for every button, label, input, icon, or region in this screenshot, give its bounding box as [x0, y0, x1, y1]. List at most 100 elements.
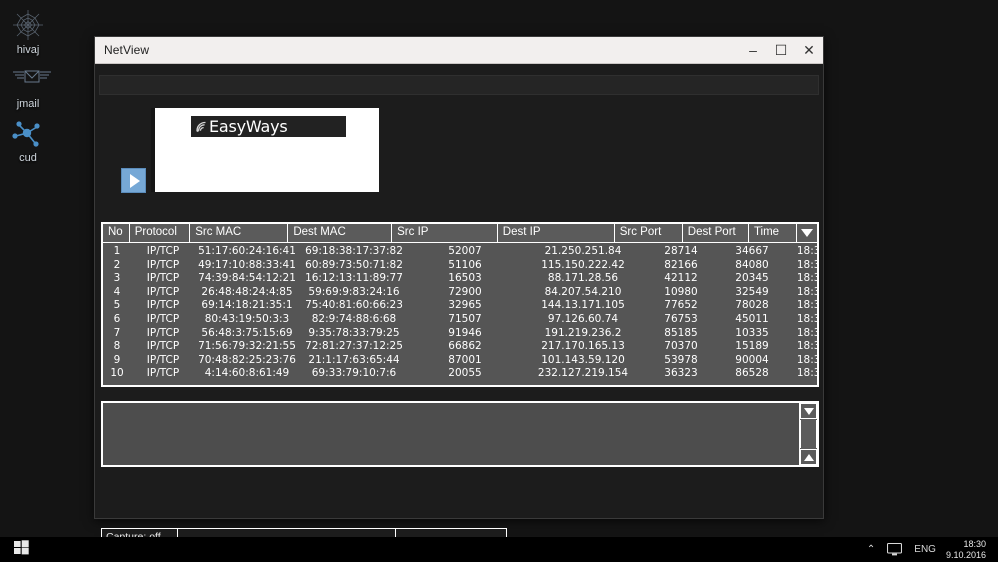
cell-dest-ip: 217.170.165.13 [521, 340, 645, 354]
cell-src-port: 77652 [645, 299, 717, 313]
cell-dest-mac: 59:69:9:83:24:16 [299, 286, 409, 300]
cell-src-port: 82166 [645, 259, 717, 273]
sort-dropdown-button[interactable] [796, 224, 817, 242]
clock-time: 18:30 [946, 539, 986, 550]
cell-no: 4 [103, 286, 131, 300]
column-header-src-port[interactable]: Src Port [615, 224, 683, 242]
table-row[interactable]: 2IP/TCP49:17:10:88:33:4160:89:73:50:71:8… [103, 259, 817, 273]
cell-dest-mac: 9:35:78:33:79:25 [299, 327, 409, 341]
cell-time: 18:30 [787, 367, 817, 381]
column-header-dest-port[interactable]: Dest Port [683, 224, 749, 242]
cell-dest-port: 86528 [717, 367, 787, 381]
cell-src-ip: 71507 [409, 313, 521, 327]
maximize-button[interactable]: ☐ [767, 37, 795, 63]
desktop-icon-cud[interactable]: cud [0, 116, 56, 164]
column-header-dest-mac[interactable]: Dest MAC [288, 224, 392, 242]
cell-src-mac: 49:17:10:88:33:41 [195, 259, 299, 273]
clock[interactable]: 18:30 9.10.2016 [942, 539, 994, 561]
cell-src-port: 10980 [645, 286, 717, 300]
toolbar-strip[interactable] [99, 75, 819, 95]
chevron-down-icon [804, 408, 814, 415]
cell-protocol: IP/TCP [131, 313, 195, 327]
cell-dest-port: 84080 [717, 259, 787, 273]
column-header-protocol[interactable]: Protocol [130, 224, 191, 242]
desktop-icon-label: hivaj [0, 44, 56, 56]
cell-src-port: 53978 [645, 354, 717, 368]
table-row[interactable]: 9IP/TCP70:48:82:25:23:7621:1:17:63:65:44… [103, 354, 817, 368]
cell-src-mac: 71:56:79:32:21:55 [195, 340, 299, 354]
detail-panel-scrollbar[interactable] [799, 403, 817, 465]
table-row[interactable]: 1IP/TCP51:17:60:24:16:4169:18:38:17:37:8… [103, 245, 817, 259]
packet-table-header[interactable]: No Protocol Src MAC Dest MAC Src IP Dest… [103, 224, 817, 243]
minimize-button[interactable]: – [739, 37, 767, 63]
show-hidden-icons-button[interactable]: ⌃ [861, 537, 881, 562]
cell-no: 6 [103, 313, 131, 327]
cell-dest-port: 10335 [717, 327, 787, 341]
cell-time: 18:30 [787, 245, 817, 259]
cell-dest-port: 20345 [717, 272, 787, 286]
cell-dest-mac: 82:9:74:88:6:68 [299, 313, 409, 327]
clock-date: 9.10.2016 [946, 550, 986, 561]
cell-dest-ip: 21.250.251.84 [521, 245, 645, 259]
detail-scroll-up-button[interactable] [800, 449, 817, 465]
cell-src-mac: 4:14:60:8:61:49 [195, 367, 299, 381]
cell-time: 18:30 [787, 299, 817, 313]
cell-src-ip: 87001 [409, 354, 521, 368]
packet-list-panel: No Protocol Src MAC Dest MAC Src IP Dest… [101, 222, 819, 387]
cell-protocol: IP/TCP [131, 367, 195, 381]
column-header-time[interactable]: Time [749, 224, 796, 242]
desktop-icon-jmail[interactable]: jmail [0, 62, 56, 110]
table-row[interactable]: 5IP/TCP69:14:18:21:35:175:40:81:60:66:23… [103, 299, 817, 313]
start-button[interactable] [0, 537, 42, 562]
chevron-up-icon [804, 454, 814, 461]
cell-dest-mac: 72:81:27:37:12:25 [299, 340, 409, 354]
cell-src-port: 36323 [645, 367, 717, 381]
close-button[interactable]: ✕ [795, 37, 823, 63]
desktop-icon-hivaj[interactable]: hivaj [0, 8, 56, 56]
cell-src-port: 42112 [645, 272, 717, 286]
cell-src-ip: 66862 [409, 340, 521, 354]
cell-no: 2 [103, 259, 131, 273]
logo-frame: EasyWays [151, 108, 379, 192]
packet-rows: 1IP/TCP51:17:60:24:16:4169:18:38:17:37:8… [103, 243, 817, 385]
cell-dest-ip: 88.171.28.56 [521, 272, 645, 286]
play-icon [130, 174, 140, 188]
cell-time: 18:30 [787, 286, 817, 300]
network-monitor-icon[interactable] [881, 537, 908, 562]
table-row[interactable]: 7IP/TCP56:48:3:75:15:699:35:78:33:79:259… [103, 327, 817, 341]
column-header-no[interactable]: No [103, 224, 130, 242]
start-capture-button[interactable] [121, 168, 146, 193]
cell-src-ip: 72900 [409, 286, 521, 300]
column-header-src-mac[interactable]: Src MAC [190, 224, 288, 242]
language-indicator[interactable]: ENG [908, 537, 942, 562]
table-row[interactable]: 8IP/TCP71:56:79:32:21:5572:81:27:37:12:2… [103, 340, 817, 354]
window-titlebar[interactable]: NetView – ☐ ✕ [95, 37, 823, 64]
cell-no: 10 [103, 367, 131, 381]
detail-scroll-down-button[interactable] [800, 403, 817, 419]
cell-protocol: IP/TCP [131, 354, 195, 368]
cell-dest-ip: 144.13.171.105 [521, 299, 645, 313]
cell-dest-mac: 69:18:38:17:37:82 [299, 245, 409, 259]
cell-src-mac: 56:48:3:75:15:69 [195, 327, 299, 341]
cell-protocol: IP/TCP [131, 299, 195, 313]
cell-no: 1 [103, 245, 131, 259]
column-header-dest-ip[interactable]: Dest IP [498, 224, 615, 242]
cell-dest-mac: 75:40:81:60:66:23 [299, 299, 409, 313]
cell-dest-port: 78028 [717, 299, 787, 313]
table-row[interactable]: 6IP/TCP80:43:19:50:3:382:9:74:88:6:68715… [103, 313, 817, 327]
cell-time: 18:30 [787, 327, 817, 341]
table-row[interactable]: 3IP/TCP74:39:84:54:12:2116:12:13:11:89:7… [103, 272, 817, 286]
cell-time: 18:30 [787, 272, 817, 286]
brand-name: EasyWays [209, 117, 288, 136]
cell-protocol: IP/TCP [131, 259, 195, 273]
cell-src-port: 76753 [645, 313, 717, 327]
logo-plate: EasyWays [191, 116, 346, 137]
table-row[interactable]: 4IP/TCP26:48:48:24:4:8559:69:9:83:24:167… [103, 286, 817, 300]
table-row[interactable]: 10IP/TCP4:14:60:8:61:4969:33:79:10:7:620… [103, 367, 817, 381]
detail-scroll-track[interactable] [800, 420, 817, 448]
cell-dest-mac: 60:89:73:50:71:82 [299, 259, 409, 273]
caret-down-icon [801, 229, 813, 237]
cell-src-mac: 26:48:48:24:4:85 [195, 286, 299, 300]
column-header-src-ip[interactable]: Src IP [392, 224, 498, 242]
window-title: NetView [95, 43, 739, 57]
